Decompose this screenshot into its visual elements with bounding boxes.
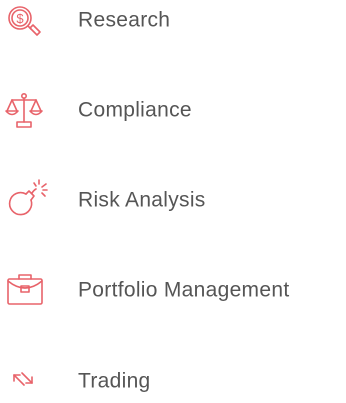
menu-item-portfolio-management-label: Portfolio Management (78, 278, 290, 302)
bomb-icon (4, 178, 52, 222)
exchange-arrows-icon (4, 359, 52, 403)
menu-item-research-label: Research (78, 8, 171, 32)
svg-text:$: $ (16, 11, 24, 26)
services-menu: $ Research Compliance Risk Analysis Port… (0, 0, 346, 396)
magnifier-dollar-icon: $ (4, 0, 52, 42)
menu-item-risk-analysis[interactable]: Risk Analysis (0, 178, 346, 222)
menu-item-trading-label: Trading (78, 369, 151, 393)
menu-item-trading[interactable]: Trading (0, 359, 346, 403)
briefcase-icon (4, 268, 52, 312)
menu-item-compliance-label: Compliance (78, 98, 192, 122)
menu-item-risk-analysis-label: Risk Analysis (78, 188, 206, 212)
menu-item-compliance[interactable]: Compliance (0, 88, 346, 132)
menu-item-portfolio-management[interactable]: Portfolio Management (0, 268, 346, 312)
menu-item-research[interactable]: $ Research (0, 0, 346, 42)
balance-scale-icon (4, 88, 52, 132)
